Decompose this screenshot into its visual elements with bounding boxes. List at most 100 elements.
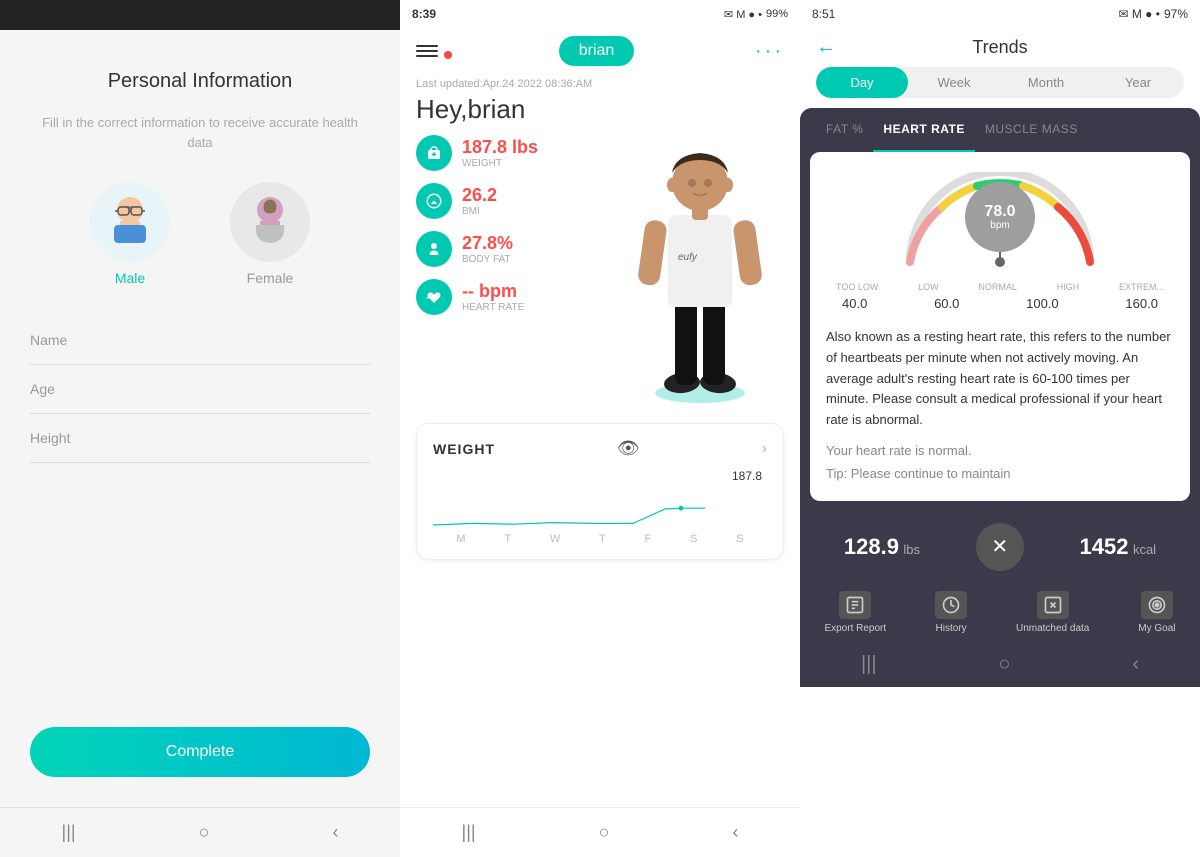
- female-label: Female: [247, 270, 294, 286]
- weight-icon: [416, 135, 452, 171]
- weight-label: WEIGHT: [462, 158, 538, 169]
- num-100: 100.0: [1026, 296, 1059, 311]
- subtitle: Fill in the correct information to recei…: [30, 113, 370, 152]
- status-bar-panel1: [0, 0, 400, 30]
- metric-type-tabs: FAT % HEART RATE MUSCLE MASS: [800, 108, 1200, 152]
- weight-chart-line: [433, 489, 713, 529]
- nav-home-icon-p3[interactable]: ○: [998, 653, 1010, 676]
- status-bar-panel3: 8:51 ✉ M ● • 97%: [800, 0, 1200, 28]
- heart-rate-tip: Tip: Please continue to maintain: [826, 466, 1174, 481]
- num-160: 160.0: [1125, 296, 1158, 311]
- unmatched-label: Unmatched data: [1016, 623, 1089, 634]
- tab-muscle-mass[interactable]: MUSCLE MASS: [975, 108, 1088, 152]
- export-report-button[interactable]: Export Report: [824, 591, 886, 634]
- panel-personal-info: Personal Information Fill in the correct…: [0, 0, 400, 857]
- label-low: LOW: [918, 282, 939, 292]
- gauge-labels: TOO LOW LOW NORMAL HIGH EXTREM...: [826, 282, 1174, 292]
- user-badge[interactable]: brian: [559, 36, 635, 66]
- calories-stat: 1452 kcal: [1080, 534, 1157, 560]
- battery-display: 99%: [766, 8, 788, 20]
- bpm-value: 78.0: [984, 204, 1015, 220]
- gauge-numbers: 40.0 60.0 100.0 160.0: [826, 296, 1174, 311]
- label-normal: NORMAL: [978, 282, 1017, 292]
- time-display-p3: 8:51: [812, 7, 835, 21]
- label-extreme: EXTREM...: [1119, 282, 1164, 292]
- day-s1: S: [690, 533, 697, 545]
- bottom-nav-panel3: ||| ○ ‹: [800, 642, 1200, 687]
- nav-home-icon-p2[interactable]: ○: [599, 822, 610, 843]
- tab-heart-rate[interactable]: HEART RATE: [873, 108, 974, 152]
- more-options-button[interactable]: ···: [755, 40, 784, 63]
- bpm-unit: bpm: [990, 220, 1009, 231]
- time-period-tabs: Day Week Month Year: [816, 67, 1184, 98]
- bmi-info: 26.2 BMI: [462, 185, 497, 217]
- history-button[interactable]: History: [935, 591, 967, 634]
- chevron-right-icon[interactable]: ›: [762, 440, 767, 458]
- weight-card: WEIGHT 👁 › 187.8 M T W T F S S: [416, 423, 784, 560]
- nav-back-icon-p2[interactable]: ‹: [732, 822, 738, 843]
- nav-menu-icon[interactable]: |||: [62, 822, 76, 843]
- bodyfat-label: Body Fat: [462, 254, 513, 265]
- goal-label: My Goal: [1138, 623, 1175, 634]
- form-fields: Name Age Height: [30, 316, 370, 463]
- status-bar-panel2: 8:39 ✉ M ● • 99%: [400, 0, 800, 28]
- height-field[interactable]: Height: [30, 414, 370, 463]
- my-goal-button[interactable]: My Goal: [1138, 591, 1175, 634]
- weight-card-title: WEIGHT: [433, 441, 495, 457]
- nav-back-icon-p3[interactable]: ‹: [1132, 653, 1139, 676]
- export-label: Export Report: [824, 623, 886, 634]
- weight-card-header: WEIGHT 👁 ›: [433, 438, 767, 459]
- nav-home-icon[interactable]: ○: [199, 822, 210, 843]
- day-f: F: [645, 533, 652, 545]
- bodyfat-metric[interactable]: 27.8% Body Fat: [416, 231, 784, 267]
- tab-fat-percent[interactable]: FAT %: [816, 108, 873, 152]
- tab-day[interactable]: Day: [816, 67, 908, 98]
- female-option[interactable]: Female: [230, 182, 310, 286]
- tab-month[interactable]: Month: [1000, 67, 1092, 98]
- day-t1: T: [504, 533, 511, 545]
- name-field[interactable]: Name: [30, 316, 370, 365]
- day-labels: M T W T F S S: [433, 533, 767, 545]
- female-avatar: [230, 182, 310, 262]
- label-too-low: TOO LOW: [836, 282, 878, 292]
- day-s2: S: [736, 533, 743, 545]
- chart-value-label: 187.8: [732, 469, 762, 483]
- body-section: 187.8 lbs WEIGHT 26.2 BMI: [400, 135, 800, 415]
- bmi-metric[interactable]: 26.2 BMI: [416, 183, 784, 219]
- weight-info: 187.8 lbs WEIGHT: [462, 137, 538, 169]
- weight-metric[interactable]: 187.8 lbs WEIGHT: [416, 135, 784, 171]
- bottom-nav-panel2: ||| ○ ‹: [400, 807, 800, 857]
- notification-icons-p3: ✉ M ● •: [1118, 7, 1160, 21]
- close-button[interactable]: ✕: [976, 523, 1024, 571]
- back-button[interactable]: ←: [816, 36, 836, 59]
- weight-stat: 128.9 lbs: [844, 534, 920, 560]
- age-field[interactable]: Age: [30, 365, 370, 414]
- nav-menu-icon-p3[interactable]: |||: [861, 653, 877, 676]
- status-icons: ✉ M ● • 99%: [724, 8, 788, 21]
- unmatched-icon: [1037, 591, 1069, 619]
- label-high: HIGH: [1057, 282, 1080, 292]
- app-header: brian ···: [400, 28, 800, 78]
- panel-trends: 8:51 ✉ M ● • 97% ← Trends Day Week Month…: [800, 0, 1200, 857]
- nav-menu-icon-p2[interactable]: |||: [462, 822, 476, 843]
- bottom-stats-bar: 128.9 lbs ✕ 1452 kcal: [800, 511, 1200, 583]
- tab-year[interactable]: Year: [1092, 67, 1184, 98]
- status-icons-p3: ✉ M ● • 97%: [1118, 7, 1188, 21]
- heartrate-icon: [416, 279, 452, 315]
- day-w: W: [550, 533, 560, 545]
- eye-icon[interactable]: 👁: [617, 438, 640, 459]
- heartrate-metric[interactable]: -- bpm Heart Rate: [416, 279, 784, 315]
- male-option[interactable]: Male: [90, 182, 170, 286]
- bodyfat-value: 27.8%: [462, 233, 513, 254]
- metrics-column: 187.8 lbs WEIGHT 26.2 BMI: [416, 135, 784, 415]
- nav-back-icon[interactable]: ‹: [332, 822, 338, 843]
- heart-rate-chart: 78.0 bpm TOO LOW LOW NORMAL HIGH EXTREM.…: [810, 152, 1190, 501]
- complete-button[interactable]: Complete: [30, 727, 370, 777]
- heartrate-info: -- bpm Heart Rate: [462, 281, 524, 313]
- menu-button[interactable]: [416, 45, 438, 57]
- unmatched-data-button[interactable]: Unmatched data: [1016, 591, 1089, 634]
- tab-week[interactable]: Week: [908, 67, 1000, 98]
- heart-rate-description: Also known as a resting heart rate, this…: [826, 327, 1174, 431]
- goal-icon: [1141, 591, 1173, 619]
- last-updated-text: Last updated:Apr.24 2022 08:36:AM: [400, 78, 800, 94]
